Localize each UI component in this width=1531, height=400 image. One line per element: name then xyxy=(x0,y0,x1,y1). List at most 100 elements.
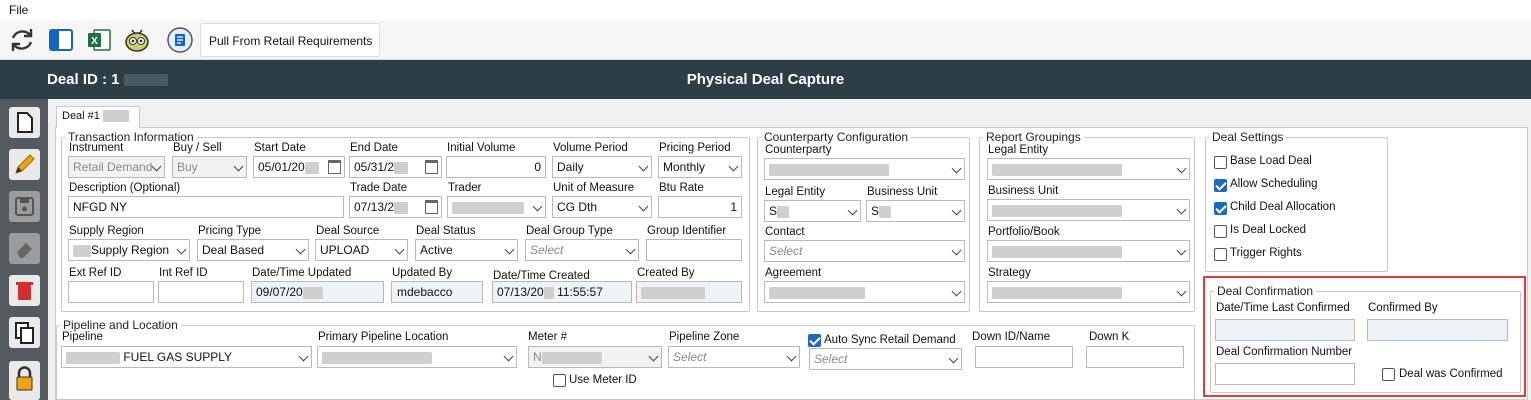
deal-group-type-select[interactable]: Select xyxy=(525,239,639,261)
rg-legal-entity-select[interactable] xyxy=(987,158,1190,180)
deal-setting-label: Trigger Rights xyxy=(1230,247,1302,259)
pull-from-retail-requirements-button[interactable]: Pull From Retail Requirements xyxy=(200,23,380,57)
page-title: Physical Deal Capture xyxy=(686,71,845,88)
auto-sync-select[interactable]: Select xyxy=(809,348,962,370)
rg-business-unit-select[interactable] xyxy=(987,199,1190,221)
deal-setting-checkbox[interactable] xyxy=(1214,248,1227,261)
created-by-field xyxy=(636,281,742,303)
volume-period-select[interactable]: Daily xyxy=(552,156,652,178)
start-date-field[interactable]: 05/01/20 xyxy=(253,156,345,178)
ext-ref-id-field[interactable] xyxy=(68,281,154,303)
btu-rate-field[interactable]: 1 xyxy=(658,196,742,218)
clear-button[interactable] xyxy=(9,233,40,264)
end-date-field[interactable]: 05/31/2 xyxy=(349,156,442,178)
unit-of-measure-label: Unit of Measure xyxy=(553,182,635,194)
initial-volume-field[interactable]: 0 xyxy=(446,156,546,178)
initial-volume-label: Initial Volume xyxy=(447,142,516,154)
chevron-down-icon xyxy=(648,351,659,362)
chevron-down-icon xyxy=(948,353,959,364)
volume-period-label: Volume Period xyxy=(553,142,628,154)
meter-select[interactable]: N xyxy=(528,346,662,368)
chevron-down-icon xyxy=(1176,204,1187,215)
robot-icon[interactable] xyxy=(123,26,151,54)
delete-button[interactable] xyxy=(9,275,40,306)
panel-layout-icon[interactable] xyxy=(47,26,75,54)
menu-bar: File xyxy=(0,0,1531,20)
buy-sell-select[interactable]: Buy xyxy=(172,156,247,178)
end-date-label: End Date xyxy=(350,142,398,154)
toolbar: X Pull From Retail Requirements xyxy=(0,20,1531,60)
supply-region-select[interactable]: Supply Region xyxy=(68,239,190,261)
chevron-down-icon xyxy=(625,244,636,255)
pricing-type-select[interactable]: Deal Based xyxy=(197,239,309,261)
deal-setting-checkbox[interactable] xyxy=(1214,156,1227,169)
description-label: Description (Optional) xyxy=(69,182,181,194)
calendar-icon[interactable] xyxy=(425,160,438,174)
chevron-down-icon xyxy=(532,201,543,212)
ext-ref-id-label: Ext Ref ID xyxy=(69,267,122,279)
pipeline-location-legend: Pipeline and Location xyxy=(63,318,178,332)
trader-label: Trader xyxy=(448,182,482,194)
pipeline-select[interactable]: FUEL GAS SUPPLY xyxy=(61,346,312,368)
unit-of-measure-select[interactable]: CG Dth xyxy=(552,196,652,218)
portfolio-book-select[interactable] xyxy=(987,240,1190,262)
auto-sync-retail-demand-label: Auto Sync Retail Demand xyxy=(824,334,956,346)
primary-pipeline-location-select[interactable] xyxy=(317,346,517,368)
down-k-field[interactable] xyxy=(1086,346,1184,368)
contact-select[interactable]: Select xyxy=(764,240,965,262)
updated-by-label: Updated By xyxy=(392,267,453,279)
lock-button[interactable] xyxy=(9,361,40,400)
tab-deal[interactable]: Deal #1 xyxy=(56,106,140,128)
deal-setting-checkbox[interactable] xyxy=(1214,179,1227,192)
deal-setting-label: Allow Scheduling xyxy=(1230,178,1318,190)
datetime-updated-label: Date/Time Updated xyxy=(252,267,352,279)
agreement-select[interactable] xyxy=(764,281,965,303)
pricing-period-select[interactable]: Monthly xyxy=(658,156,742,178)
auto-sync-retail-demand-checkbox[interactable] xyxy=(808,334,821,347)
int-ref-id-field[interactable] xyxy=(158,281,244,303)
strategy-select[interactable] xyxy=(987,281,1190,303)
deal-setting-checkbox[interactable] xyxy=(1214,202,1227,215)
description-field[interactable]: NFGD NY xyxy=(68,196,344,218)
chevron-down-icon xyxy=(1176,163,1187,174)
edit-button[interactable] xyxy=(9,149,40,180)
cp-legal-entity-select[interactable]: S xyxy=(764,200,861,222)
deal-source-select[interactable]: UPLOAD xyxy=(315,239,408,261)
chevron-down-icon xyxy=(1176,286,1187,297)
deal-setting-checkbox[interactable] xyxy=(1214,225,1227,238)
use-meter-id-checkbox[interactable] xyxy=(553,374,566,387)
datetime-updated-field: 09/07/20 xyxy=(251,281,384,303)
counterparty-select[interactable] xyxy=(764,158,965,180)
supply-region-label: Supply Region xyxy=(69,225,144,237)
counterparty-label: Counterparty xyxy=(765,144,832,156)
highlight-box xyxy=(1203,276,1526,397)
pipeline-zone-select[interactable]: Select xyxy=(668,346,800,368)
start-date-label: Start Date xyxy=(254,142,306,154)
calendar-icon[interactable] xyxy=(328,160,341,174)
trade-date-field[interactable]: 07/13/2 xyxy=(349,196,442,218)
left-sidebar xyxy=(0,99,48,400)
chevron-down-icon xyxy=(233,161,244,172)
retail-requirements-icon[interactable] xyxy=(166,26,194,54)
excel-icon[interactable]: X xyxy=(85,26,113,54)
refresh-icon[interactable] xyxy=(8,26,36,54)
calendar-icon[interactable] xyxy=(425,200,438,214)
menu-file[interactable]: File xyxy=(9,3,28,17)
instrument-select[interactable]: Retail Demand xyxy=(68,156,165,178)
cp-business-unit-select[interactable]: S xyxy=(866,200,965,222)
buy-sell-label: Buy / Sell xyxy=(173,142,222,154)
cp-business-unit-label: Business Unit xyxy=(867,186,938,198)
down-id-name-field[interactable] xyxy=(975,346,1073,368)
new-document-button[interactable] xyxy=(9,107,40,138)
trader-select[interactable] xyxy=(447,196,546,218)
save-button[interactable] xyxy=(9,191,40,222)
chevron-down-icon xyxy=(728,161,739,172)
group-identifier-field[interactable] xyxy=(646,239,742,261)
deal-id-label: Deal ID : 1 xyxy=(47,71,168,88)
copy-button[interactable] xyxy=(9,317,40,348)
chevron-down-icon xyxy=(951,163,962,174)
deal-status-select[interactable]: Active xyxy=(415,239,518,261)
group-identifier-label: Group Identifier xyxy=(647,225,727,237)
lock-icon xyxy=(16,366,33,391)
chevron-down-icon xyxy=(503,351,514,362)
